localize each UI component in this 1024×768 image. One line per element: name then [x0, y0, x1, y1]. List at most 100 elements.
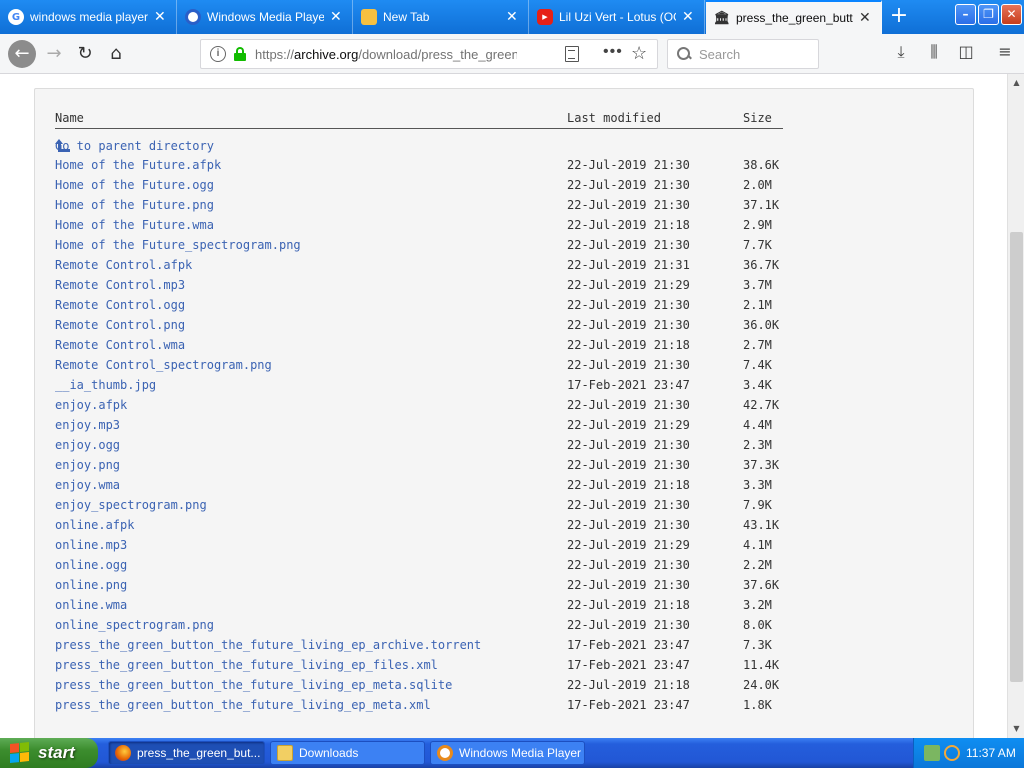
file-name-link[interactable]: online_spectrogram.png	[55, 618, 214, 632]
media-player-icon	[437, 745, 453, 761]
file-size: 37.1K	[743, 198, 780, 212]
header-last-modified[interactable]: Last modified	[567, 111, 661, 125]
reload-button[interactable]: ↻	[73, 42, 97, 66]
header-name[interactable]: Name	[55, 111, 84, 125]
menu-icon[interactable]: ≡	[994, 42, 1016, 61]
scroll-down-arrow[interactable]: ▼	[1010, 722, 1023, 735]
tab-3[interactable]: ▶ Lil Uzi Vert - Lotus (OG V ✕	[529, 0, 705, 34]
tab-1[interactable]: Windows Media Player 9 Series ✕	[177, 0, 353, 34]
url-text[interactable]: https://archive.org/download/press_the_g…	[255, 47, 517, 62]
file-row: __ia_thumb.jpg 17-Feb-2021 23:47 3.4K	[55, 375, 783, 395]
downloads-icon[interactable]: ⤓	[890, 42, 912, 62]
file-name-link[interactable]: enjoy.afpk	[55, 398, 127, 412]
header-size[interactable]: Size	[743, 111, 772, 125]
file-name-link[interactable]: Home of the Future.png	[55, 198, 214, 212]
taskbar-item-media-player[interactable]: Windows Media Player	[430, 741, 585, 765]
file-name-link[interactable]: Remote Control.png	[55, 318, 185, 332]
tab-4[interactable]: 🏛 press_the_green_button ✕	[706, 0, 882, 34]
network-icon[interactable]	[924, 745, 940, 761]
tab-title: Lil Uzi Vert - Lotus (OG V	[559, 10, 676, 24]
file-row: Home of the Future.png 22-Jul-2019 21:30 3…	[55, 195, 783, 215]
file-name-link[interactable]: enjoy.mp3	[55, 418, 120, 432]
back-button[interactable]: ←	[8, 40, 36, 68]
home-button[interactable]: ⌂	[104, 42, 128, 66]
restore-button[interactable]: ❐	[978, 4, 999, 25]
file-name-link[interactable]: press_the_green_button_the_future_living…	[55, 638, 481, 652]
tab-0[interactable]: G windows media player alternative ✕	[0, 0, 177, 34]
tab-2[interactable]: New Tab ✕	[353, 0, 529, 34]
close-icon[interactable]: ✕	[154, 9, 168, 25]
file-row: press_the_green_button_the_future_living…	[55, 695, 783, 715]
file-last-modified: 22-Jul-2019 21:30	[567, 398, 690, 412]
taskbar-item-firefox[interactable]: press_the_green_but...	[108, 741, 265, 765]
file-last-modified: 22-Jul-2019 21:30	[567, 358, 690, 372]
file-name-link[interactable]: online.wma	[55, 598, 127, 612]
file-row: Remote Control.mp3 22-Jul-2019 21:29 3.7M	[55, 275, 783, 295]
file-name-link[interactable]: Remote Control.mp3	[55, 278, 185, 292]
forward-button[interactable]: →	[42, 42, 66, 66]
close-icon[interactable]: ✕	[506, 9, 520, 25]
file-list: Home of the Future.afpk 22-Jul-2019 21:30…	[55, 155, 783, 715]
file-name-link[interactable]: online.ogg	[55, 558, 127, 572]
file-name-link[interactable]: enjoy.wma	[55, 478, 120, 492]
windows-flag-icon	[10, 742, 30, 764]
reader-view-icon[interactable]	[565, 46, 579, 62]
file-name-link[interactable]: online.png	[55, 578, 127, 592]
window-close-button[interactable]: ✕	[1001, 4, 1022, 25]
clock[interactable]: 11:37 AM	[966, 746, 1016, 760]
file-last-modified: 22-Jul-2019 21:30	[567, 558, 690, 572]
vertical-scrollbar[interactable]: ▲ ▼	[1007, 74, 1024, 738]
sidebar-icon[interactable]: ◫	[955, 42, 977, 61]
file-row: enjoy.mp3 22-Jul-2019 21:29 4.4M	[55, 415, 783, 435]
file-size: 1.8K	[743, 698, 772, 712]
lock-icon	[234, 47, 246, 61]
file-name-link[interactable]: online.mp3	[55, 538, 127, 552]
start-button[interactable]: start	[0, 738, 98, 768]
file-name-link[interactable]: enjoy.png	[55, 458, 120, 472]
file-name-link[interactable]: enjoy_spectrogram.png	[55, 498, 207, 512]
file-row: enjoy.afpk 22-Jul-2019 21:30 42.7K	[55, 395, 783, 415]
file-row: enjoy.wma 22-Jul-2019 21:18 3.3M	[55, 475, 783, 495]
file-last-modified: 22-Jul-2019 21:18	[567, 678, 690, 692]
file-name-link[interactable]: Home of the Future_spectrogram.png	[55, 238, 301, 252]
tab-title: windows media player alternative	[30, 10, 148, 24]
file-name-link[interactable]: __ia_thumb.jpg	[55, 378, 156, 392]
url-bar[interactable]: i https://archive.org/download/press_the…	[200, 39, 658, 69]
file-size: 2.0M	[743, 178, 772, 192]
search-tray-icon[interactable]	[944, 745, 960, 761]
file-last-modified: 22-Jul-2019 21:29	[567, 418, 690, 432]
close-icon[interactable]: ✕	[330, 9, 344, 25]
bookmark-star-icon[interactable]: ☆	[631, 43, 647, 64]
file-size: 3.2M	[743, 598, 772, 612]
file-name-link[interactable]: Remote Control.afpk	[55, 258, 192, 272]
info-icon[interactable]: i	[210, 46, 226, 62]
file-name-link[interactable]: Home of the Future.afpk	[55, 158, 221, 172]
file-name-link[interactable]: enjoy.ogg	[55, 438, 120, 452]
new-tab-button[interactable]: +	[886, 4, 912, 30]
file-last-modified: 17-Feb-2021 23:47	[567, 638, 690, 652]
file-name-link[interactable]: Home of the Future.wma	[55, 218, 214, 232]
file-name-link[interactable]: Remote Control.ogg	[55, 298, 185, 312]
file-name-link[interactable]: Remote Control_spectrogram.png	[55, 358, 272, 372]
search-icon	[677, 47, 691, 61]
page-actions-icon[interactable]: •••	[603, 43, 623, 61]
library-icon[interactable]: ⫼	[923, 42, 945, 62]
file-name-link[interactable]: Home of the Future.ogg	[55, 178, 214, 192]
file-name-link[interactable]: press_the_green_button_the_future_living…	[55, 678, 452, 692]
file-size: 2.9M	[743, 218, 772, 232]
scroll-thumb[interactable]	[1010, 232, 1023, 682]
file-name-link[interactable]: online.afpk	[55, 518, 134, 532]
scroll-up-arrow[interactable]: ▲	[1010, 76, 1023, 89]
file-row: enjoy_spectrogram.png 22-Jul-2019 21:30 7.…	[55, 495, 783, 515]
file-size: 2.1M	[743, 298, 772, 312]
file-name-link[interactable]: Remote Control.wma	[55, 338, 185, 352]
archive-icon: 🏛	[713, 10, 731, 26]
file-last-modified: 22-Jul-2019 21:30	[567, 578, 690, 592]
taskbar-item-downloads[interactable]: Downloads	[270, 741, 425, 765]
minimize-button[interactable]: –	[955, 4, 976, 25]
file-name-link[interactable]: press_the_green_button_the_future_living…	[55, 698, 431, 712]
close-icon[interactable]: ✕	[859, 10, 873, 26]
close-icon[interactable]: ✕	[682, 9, 696, 25]
search-input[interactable]: Search	[667, 39, 819, 69]
file-name-link[interactable]: press_the_green_button_the_future_living…	[55, 658, 438, 672]
